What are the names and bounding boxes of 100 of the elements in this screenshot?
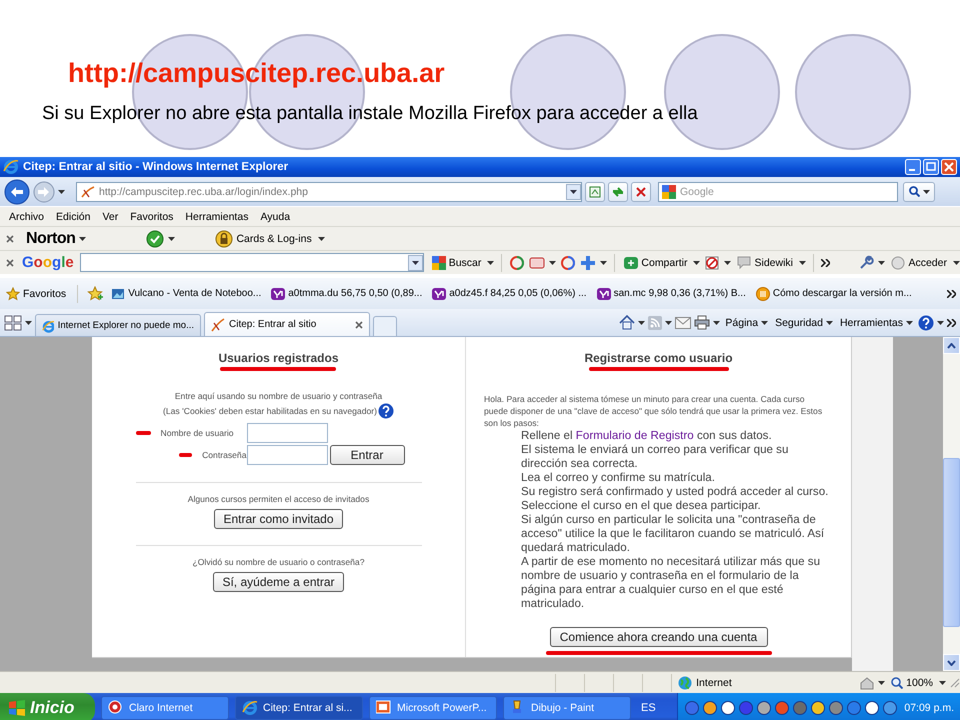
caret-icon[interactable] — [713, 320, 720, 324]
zoom-icon — [891, 676, 904, 688]
back-button[interactable] — [4, 178, 30, 204]
command-button[interactable]: Seguridad — [773, 316, 835, 328]
plus-icon[interactable] — [580, 254, 596, 270]
card-icon[interactable] — [529, 256, 546, 270]
help-icon[interactable] — [378, 403, 394, 419]
menu-item[interactable]: Herramientas — [185, 210, 248, 222]
caret-icon[interactable] — [906, 320, 913, 324]
scrollbar[interactable] — [943, 337, 960, 671]
help-button[interactable]: Sí, ayúdeme a entrar — [213, 572, 344, 592]
caret-icon[interactable] — [693, 260, 700, 264]
close-icon[interactable] — [6, 258, 14, 266]
caret-icon[interactable] — [953, 260, 960, 264]
zoom-button[interactable]: 100% — [889, 676, 935, 688]
dropdown-button[interactable] — [408, 254, 423, 270]
toolbar-button[interactable]: Compartir — [622, 256, 690, 270]
stop-button[interactable] — [631, 182, 651, 202]
menu-item[interactable]: Ver — [102, 210, 118, 222]
caret-icon[interactable] — [665, 320, 672, 324]
caret-icon[interactable] — [724, 260, 732, 264]
caret-icon[interactable] — [638, 320, 646, 324]
taskbar-button[interactable]: Dibujo - Paint — [503, 696, 631, 720]
chevron-icon[interactable] — [821, 258, 830, 266]
menu-item[interactable]: Edición — [56, 210, 90, 222]
menu-item[interactable]: Archivo — [9, 210, 44, 222]
caret-icon[interactable] — [549, 260, 556, 264]
password-input[interactable] — [246, 445, 328, 465]
taskbar-button[interactable]: Microsoft PowerP... — [369, 696, 497, 720]
refresh-button[interactable] — [608, 182, 628, 202]
chevron-icon[interactable] — [947, 290, 956, 298]
home-icon[interactable] — [619, 315, 636, 330]
favorites-button[interactable]: Favoritos — [4, 286, 68, 300]
browser-tab[interactable]: Internet Explorer no puede mo... — [35, 314, 201, 336]
site-icon — [111, 286, 126, 300]
caret-icon[interactable] — [79, 236, 86, 240]
start-button[interactable]: Inicio — [0, 693, 95, 720]
caret-icon[interactable] — [25, 320, 32, 324]
close-icon[interactable] — [355, 320, 363, 328]
browser-tab[interactable]: Citep: Entrar al sitio — [204, 312, 370, 336]
taskbar-button[interactable]: Citep: Entrar al si... — [235, 696, 363, 720]
menu-item[interactable]: Favoritos — [130, 210, 174, 222]
command-button[interactable]: Página — [723, 316, 770, 328]
toolbar-logo[interactable]: Google — [22, 254, 74, 271]
create-account-button[interactable]: Comience ahora creando una cuenta — [550, 627, 768, 647]
language-indicator[interactable]: ES — [641, 702, 656, 714]
menu-item[interactable]: Ayuda — [260, 210, 290, 222]
caret-icon[interactable] — [600, 260, 608, 264]
help-icon[interactable] — [918, 314, 934, 330]
swirl-icon[interactable] — [509, 254, 526, 270]
caret-icon[interactable] — [878, 260, 886, 264]
guest-button[interactable]: Entrar como invitado — [214, 509, 343, 529]
login-button[interactable]: Entrar — [330, 445, 404, 465]
caret-icon[interactable] — [318, 236, 325, 240]
check-icon[interactable] — [146, 230, 164, 248]
search-field[interactable] — [80, 253, 424, 272]
favorite-link[interactable]: a0tmma.du 56,75 0,50 (0,89... — [269, 286, 424, 300]
close-button[interactable] — [941, 159, 957, 175]
compatibility-button[interactable] — [585, 182, 605, 202]
resize-grip-icon[interactable] — [950, 678, 960, 688]
caret-icon[interactable] — [826, 320, 833, 324]
chevron-icon[interactable] — [947, 318, 956, 326]
scroll-thumb[interactable] — [943, 458, 960, 627]
caret-icon[interactable] — [937, 320, 944, 324]
registration-link[interactable]: Formulario de Registro — [576, 429, 694, 442]
scroll-up-icon[interactable] — [947, 342, 956, 348]
caret-icon[interactable] — [761, 320, 768, 324]
identity-button[interactable]: Cards & Log-ins — [213, 230, 314, 248]
minimize-button[interactable] — [905, 159, 921, 175]
caret-icon[interactable] — [168, 236, 176, 240]
search-field[interactable]: Google — [658, 182, 898, 202]
caret-icon[interactable] — [58, 190, 65, 194]
favorite-link[interactable]: Vulcano - Venta de Noteboo... — [109, 286, 264, 300]
text-input[interactable] — [246, 423, 328, 443]
favorite-link[interactable]: Cómo descargar la versión m... — [754, 286, 914, 300]
wrench-icon[interactable] — [858, 254, 874, 270]
caret-icon[interactable] — [487, 260, 494, 264]
caret-icon[interactable] — [939, 680, 946, 684]
add-favorite-icon[interactable] — [87, 286, 104, 302]
dropdown-button[interactable] — [566, 184, 581, 200]
toolbar-button[interactable]: Buscar — [430, 256, 484, 270]
close-icon[interactable] — [6, 234, 14, 242]
favorite-link[interactable]: a0dz45.f 84,25 0,05 (0,06%) ... — [430, 286, 589, 300]
blocked-icon[interactable] — [704, 254, 720, 270]
caret-icon[interactable] — [799, 260, 806, 264]
quick-tabs-icon[interactable] — [4, 314, 22, 330]
tray-icons-drawing[interactable] — [684, 700, 898, 716]
favorite-link[interactable]: san.mc 9,98 0,36 (3,71%) B... — [594, 286, 748, 300]
taskbar-button[interactable]: Claro Internet — [101, 696, 229, 720]
scroll-down-icon[interactable] — [947, 660, 956, 666]
toolbar-button[interactable]: Sidewiki — [735, 256, 795, 270]
address-field[interactable]: http://campuscitep.rec.uba.ar/login/index.php — [76, 182, 582, 202]
maximize-button[interactable] — [923, 159, 939, 175]
search-button[interactable] — [903, 182, 935, 202]
command-button[interactable]: Herramientas — [838, 316, 915, 328]
print-icon[interactable] — [694, 315, 710, 330]
toolbar-logo[interactable]: Norton — [26, 230, 76, 248]
swirl-icon[interactable] — [560, 254, 576, 270]
toolbar-button[interactable]: Acceder — [889, 256, 949, 270]
caret-icon[interactable] — [878, 680, 886, 684]
